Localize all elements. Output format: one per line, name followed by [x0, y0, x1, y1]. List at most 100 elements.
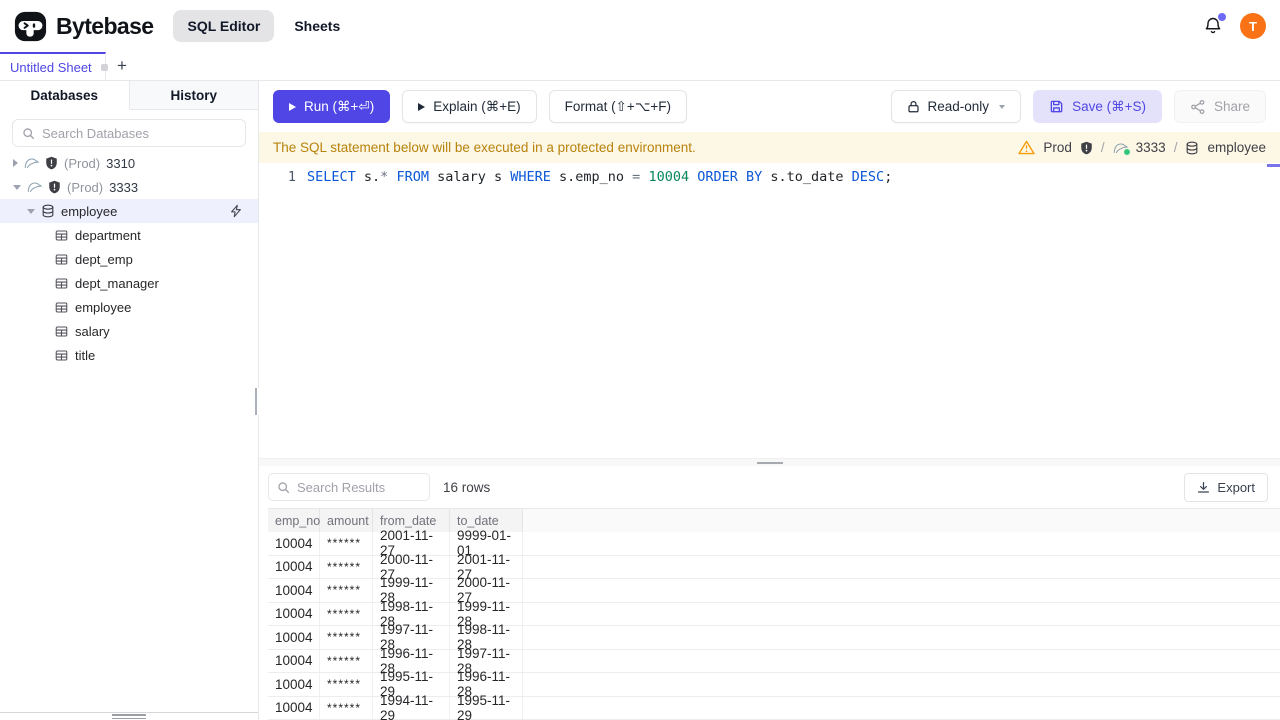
tab-untitled-sheet[interactable]: Untitled Sheet [0, 52, 108, 80]
sidebar-tab-databases[interactable]: Databases [0, 81, 130, 110]
sidebar-bottom-resize-handle[interactable] [112, 714, 146, 719]
readonly-mode-select[interactable]: Read-only [890, 90, 1022, 123]
format-button[interactable]: Format (⇧+⌥+F) [548, 90, 688, 123]
results-panel-divider[interactable] [259, 458, 1280, 467]
download-icon [1197, 481, 1210, 494]
database-name: employee [61, 203, 118, 219]
sql-token: FROM [396, 169, 429, 185]
cell-emp-no: 10004 [268, 579, 320, 602]
sql-statement: SELECT s.* FROM salary s WHERE s.emp_no … [307, 168, 892, 187]
header-filler [523, 509, 1280, 532]
sql-editor[interactable]: 1 SELECT s.* FROM salary s WHERE s.emp_n… [259, 163, 1280, 458]
explain-button[interactable]: Explain (⌘+E) [402, 90, 537, 123]
nav-sheets[interactable]: Sheets [280, 10, 354, 42]
sql-token: salary s [428, 169, 511, 185]
sql-token: DESC [851, 169, 885, 185]
shield-icon [1080, 141, 1093, 155]
play-icon [418, 102, 426, 111]
cell-amount-masked: ****** [320, 696, 373, 719]
mysql-icon [1113, 142, 1130, 155]
online-status-dot [1123, 148, 1130, 155]
sidebar: Databases History (Prod) [0, 81, 258, 713]
table-name: dept_manager [75, 275, 159, 291]
database-tree: (Prod) 3310 (Prod) 3333 employee departm… [0, 151, 258, 367]
cell-amount-masked: ****** [320, 555, 373, 578]
nav-sql-editor[interactable]: SQL Editor [173, 10, 275, 42]
tree-table-item[interactable]: title [0, 343, 258, 367]
share-icon [1190, 99, 1206, 115]
sql-token: SELECT [307, 169, 356, 185]
caret-down-icon[interactable] [27, 208, 35, 214]
cell-emp-no: 10004 [268, 626, 320, 649]
instance-name: 3333 [109, 179, 139, 195]
tree-table-item[interactable]: salary [0, 319, 258, 343]
banner-message: The SQL statement below will be executed… [273, 140, 696, 155]
database-search-box [12, 119, 246, 147]
database-icon [1185, 141, 1199, 155]
cell-amount-masked: ****** [320, 602, 373, 625]
sql-token: 10004 [648, 169, 690, 185]
cell-emp-no: 10004 [268, 555, 320, 578]
cell-amount-masked: ****** [320, 649, 373, 672]
database-crumb[interactable]: employee [1207, 140, 1266, 155]
line-number: 1 [287, 169, 296, 185]
sql-token: ORDER BY [697, 169, 763, 185]
tree-database-employee[interactable]: employee [0, 199, 258, 223]
column-header-amount[interactable]: amount [320, 509, 373, 532]
sidebar-tab-history[interactable]: History [129, 81, 258, 110]
results-search-box [268, 473, 430, 501]
cell-emp-no: 10004 [268, 673, 320, 696]
table-icon [55, 253, 68, 266]
search-databases-input[interactable] [42, 125, 236, 141]
table-icon [55, 301, 68, 314]
export-button[interactable]: Export [1184, 472, 1268, 502]
code-line-1: 1 SELECT s.* FROM salary s WHERE s.emp_n… [259, 163, 1280, 187]
tree-table-item[interactable]: dept_emp [0, 247, 258, 271]
notification-badge [1218, 13, 1226, 21]
main-area: Run (⌘+⏎) Explain (⌘+E) Format (⇧+⌥+F) R… [259, 81, 1280, 720]
instance-crumb[interactable]: 3333 [1136, 140, 1166, 155]
caret-right-icon[interactable] [13, 159, 18, 167]
sql-token: s. [355, 169, 381, 185]
sql-token: s.to_date [762, 169, 852, 185]
avatar[interactable]: T [1240, 13, 1266, 39]
search-icon [277, 481, 290, 494]
save-button[interactable]: Save (⌘+S) [1033, 90, 1162, 123]
chevron-down-icon [999, 104, 1006, 109]
tree-table-item[interactable]: department [0, 223, 258, 247]
warning-triangle-icon [1018, 140, 1036, 155]
cell-amount-masked: ****** [320, 673, 373, 696]
results-table: emp_no amount from_date to_date 10004 **… [268, 508, 1280, 720]
bytebase-logo[interactable]: Bytebase [14, 10, 154, 43]
search-results-input[interactable] [297, 479, 421, 495]
bytebase-logo-icon [14, 10, 47, 43]
row-count: 16 rows [443, 479, 491, 495]
cell-emp-no: 10004 [268, 696, 320, 719]
play-icon [289, 102, 296, 111]
database-icon [41, 204, 55, 218]
column-header-emp-no[interactable]: emp_no [268, 509, 320, 532]
quick-action-bolt-icon[interactable] [229, 204, 243, 218]
tree-instance-3333[interactable]: (Prod) 3333 [0, 175, 258, 199]
sql-token: WHERE [510, 169, 551, 185]
app-header: Bytebase SQL Editor Sheets T [0, 0, 1280, 52]
table-name: salary [75, 323, 110, 339]
share-button[interactable]: Share [1173, 90, 1266, 123]
editor-toolbar: Run (⌘+⏎) Explain (⌘+E) Format (⇧+⌥+F) R… [259, 81, 1280, 132]
run-button[interactable]: Run (⌘+⏎) [273, 90, 391, 123]
tree-table-item[interactable]: employee [0, 295, 258, 319]
table-name: title [75, 347, 96, 363]
sql-token: s.emp_no [550, 169, 633, 185]
table-row[interactable]: 10004 ****** 1994-11-29 1995-11-29 [268, 693, 1280, 720]
cell-to-date: 1995-11-29 [450, 693, 523, 720]
env-label: (Prod) [67, 179, 104, 195]
results-table-body: 10004 ****** 2001-11-27 9999-01-01 10004… [268, 528, 1280, 720]
tree-instance-3310[interactable]: (Prod) 3310 [0, 151, 258, 175]
caret-down-icon[interactable] [13, 184, 21, 190]
cell-amount-masked: ****** [320, 532, 373, 555]
cell-from-date: 1994-11-29 [373, 693, 450, 720]
env-label: (Prod) [64, 155, 101, 171]
new-sheet-button[interactable]: + [106, 52, 138, 80]
notifications-bell-icon[interactable] [1203, 13, 1226, 36]
tree-table-item[interactable]: dept_manager [0, 271, 258, 295]
